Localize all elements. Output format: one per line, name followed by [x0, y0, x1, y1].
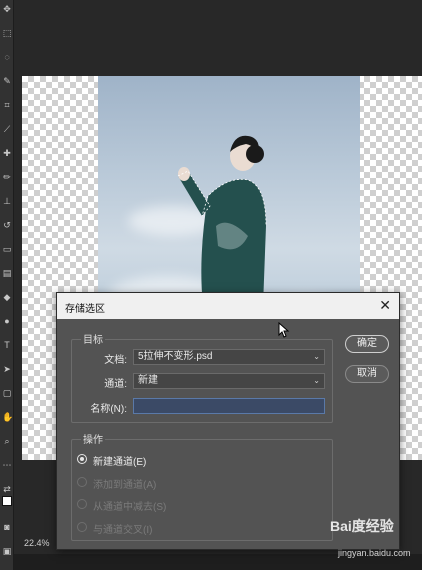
path-select-tool-icon[interactable]: ➤	[2, 364, 12, 374]
blur-tool-icon[interactable]: ◆	[2, 292, 12, 302]
chevron-down-icon: ⌄	[313, 352, 320, 361]
shape-tool-icon[interactable]: ▢	[2, 388, 12, 398]
hand-tool-icon[interactable]: ✋	[2, 412, 13, 422]
photoshop-window: ✥ ⬚ ◌ ✎ ⌗ ⟋ ✚ ✏ ⊥ ↺ ▭ ▤ ◆ ● T ➤ ▢ ✋ ⌕ ⋯ …	[0, 0, 422, 570]
target-group-label: 目标	[81, 331, 105, 346]
move-tool-icon[interactable]: ✥	[2, 4, 12, 14]
baidu-jingyan-watermark: Bai度经验 jingyan.baidu.com	[330, 516, 420, 564]
more-tools-icon[interactable]: ⋯	[2, 460, 12, 470]
type-tool-icon[interactable]: T	[2, 340, 12, 350]
radio-add-to-channel[interactable]: 添加到通道(A)	[77, 474, 317, 491]
channel-label: 通道:	[104, 379, 127, 390]
eyedropper-tool-icon[interactable]: ⟋	[2, 124, 12, 134]
dialog-titlebar[interactable]: 存储选区 ✕	[57, 293, 399, 319]
dialog-title: 存储选区	[65, 304, 105, 315]
quick-mask-icon[interactable]: ◙	[2, 522, 12, 532]
ok-button[interactable]: 确定	[345, 335, 389, 353]
dodge-tool-icon[interactable]: ●	[2, 316, 12, 326]
radio-button[interactable]	[77, 499, 87, 509]
radio-label: 与通道交叉(I)	[93, 525, 153, 536]
foreground-color-swatch[interactable]	[2, 496, 12, 506]
document-value: 5拉伸不变形.psd	[138, 351, 213, 362]
operation-group-label: 操作	[81, 431, 105, 446]
channel-select[interactable]: 新建 ⌄	[133, 373, 325, 389]
cancel-button[interactable]: 取消	[345, 365, 389, 383]
radio-new-channel[interactable]: 新建通道(E)	[77, 451, 317, 468]
channel-value: 新建	[138, 375, 158, 386]
watermark-logo: Bai度经验	[330, 518, 394, 534]
chevron-down-icon: ⌄	[313, 376, 320, 385]
gradient-tool-icon[interactable]: ▤	[2, 268, 12, 278]
radio-label: 新建通道(E)	[93, 457, 147, 468]
zoom-tool-icon[interactable]: ⌕	[2, 436, 12, 446]
marquee-tool-icon[interactable]: ⬚	[2, 28, 12, 38]
swap-colors-icon[interactable]: ⇄	[2, 484, 12, 494]
save-selection-dialog: 存储选区 ✕ 目标 文档: 5拉伸不变形.psd ⌄ 通道: 新建 ⌄ 名称(N…	[56, 292, 400, 550]
close-icon[interactable]: ✕	[379, 297, 391, 313]
name-field[interactable]	[133, 398, 325, 414]
radio-button[interactable]	[77, 477, 87, 487]
history-brush-tool-icon[interactable]: ↺	[2, 220, 12, 230]
quick-select-tool-icon[interactable]: ✎	[2, 76, 12, 86]
radio-button[interactable]	[77, 454, 87, 464]
stamp-tool-icon[interactable]: ⊥	[2, 196, 12, 206]
mouse-cursor-icon	[278, 322, 290, 338]
watermark-url: jingyan.baidu.com	[338, 548, 411, 558]
tools-panel: ✥ ⬚ ◌ ✎ ⌗ ⟋ ✚ ✏ ⊥ ↺ ▭ ▤ ◆ ● T ➤ ▢ ✋ ⌕ ⋯ …	[0, 0, 14, 570]
radio-subtract-from-channel[interactable]: 从通道中减去(S)	[77, 496, 317, 513]
healing-tool-icon[interactable]: ✚	[2, 148, 12, 158]
zoom-level[interactable]: 22.4%	[24, 538, 50, 548]
lasso-tool-icon[interactable]: ◌	[2, 52, 12, 62]
screen-mode-icon[interactable]: ▣	[2, 546, 12, 556]
name-label: 名称(N):	[90, 404, 127, 415]
crop-tool-icon[interactable]: ⌗	[2, 100, 12, 110]
eraser-tool-icon[interactable]: ▭	[2, 244, 12, 254]
brush-tool-icon[interactable]: ✏	[2, 172, 12, 182]
radio-intersect-channel[interactable]: 与通道交叉(I)	[77, 519, 317, 536]
radio-button[interactable]	[77, 522, 87, 532]
document-select[interactable]: 5拉伸不变形.psd ⌄	[133, 349, 325, 365]
radio-label: 从通道中减去(S)	[93, 502, 167, 513]
document-label: 文档:	[104, 355, 127, 366]
radio-label: 添加到通道(A)	[93, 480, 157, 491]
